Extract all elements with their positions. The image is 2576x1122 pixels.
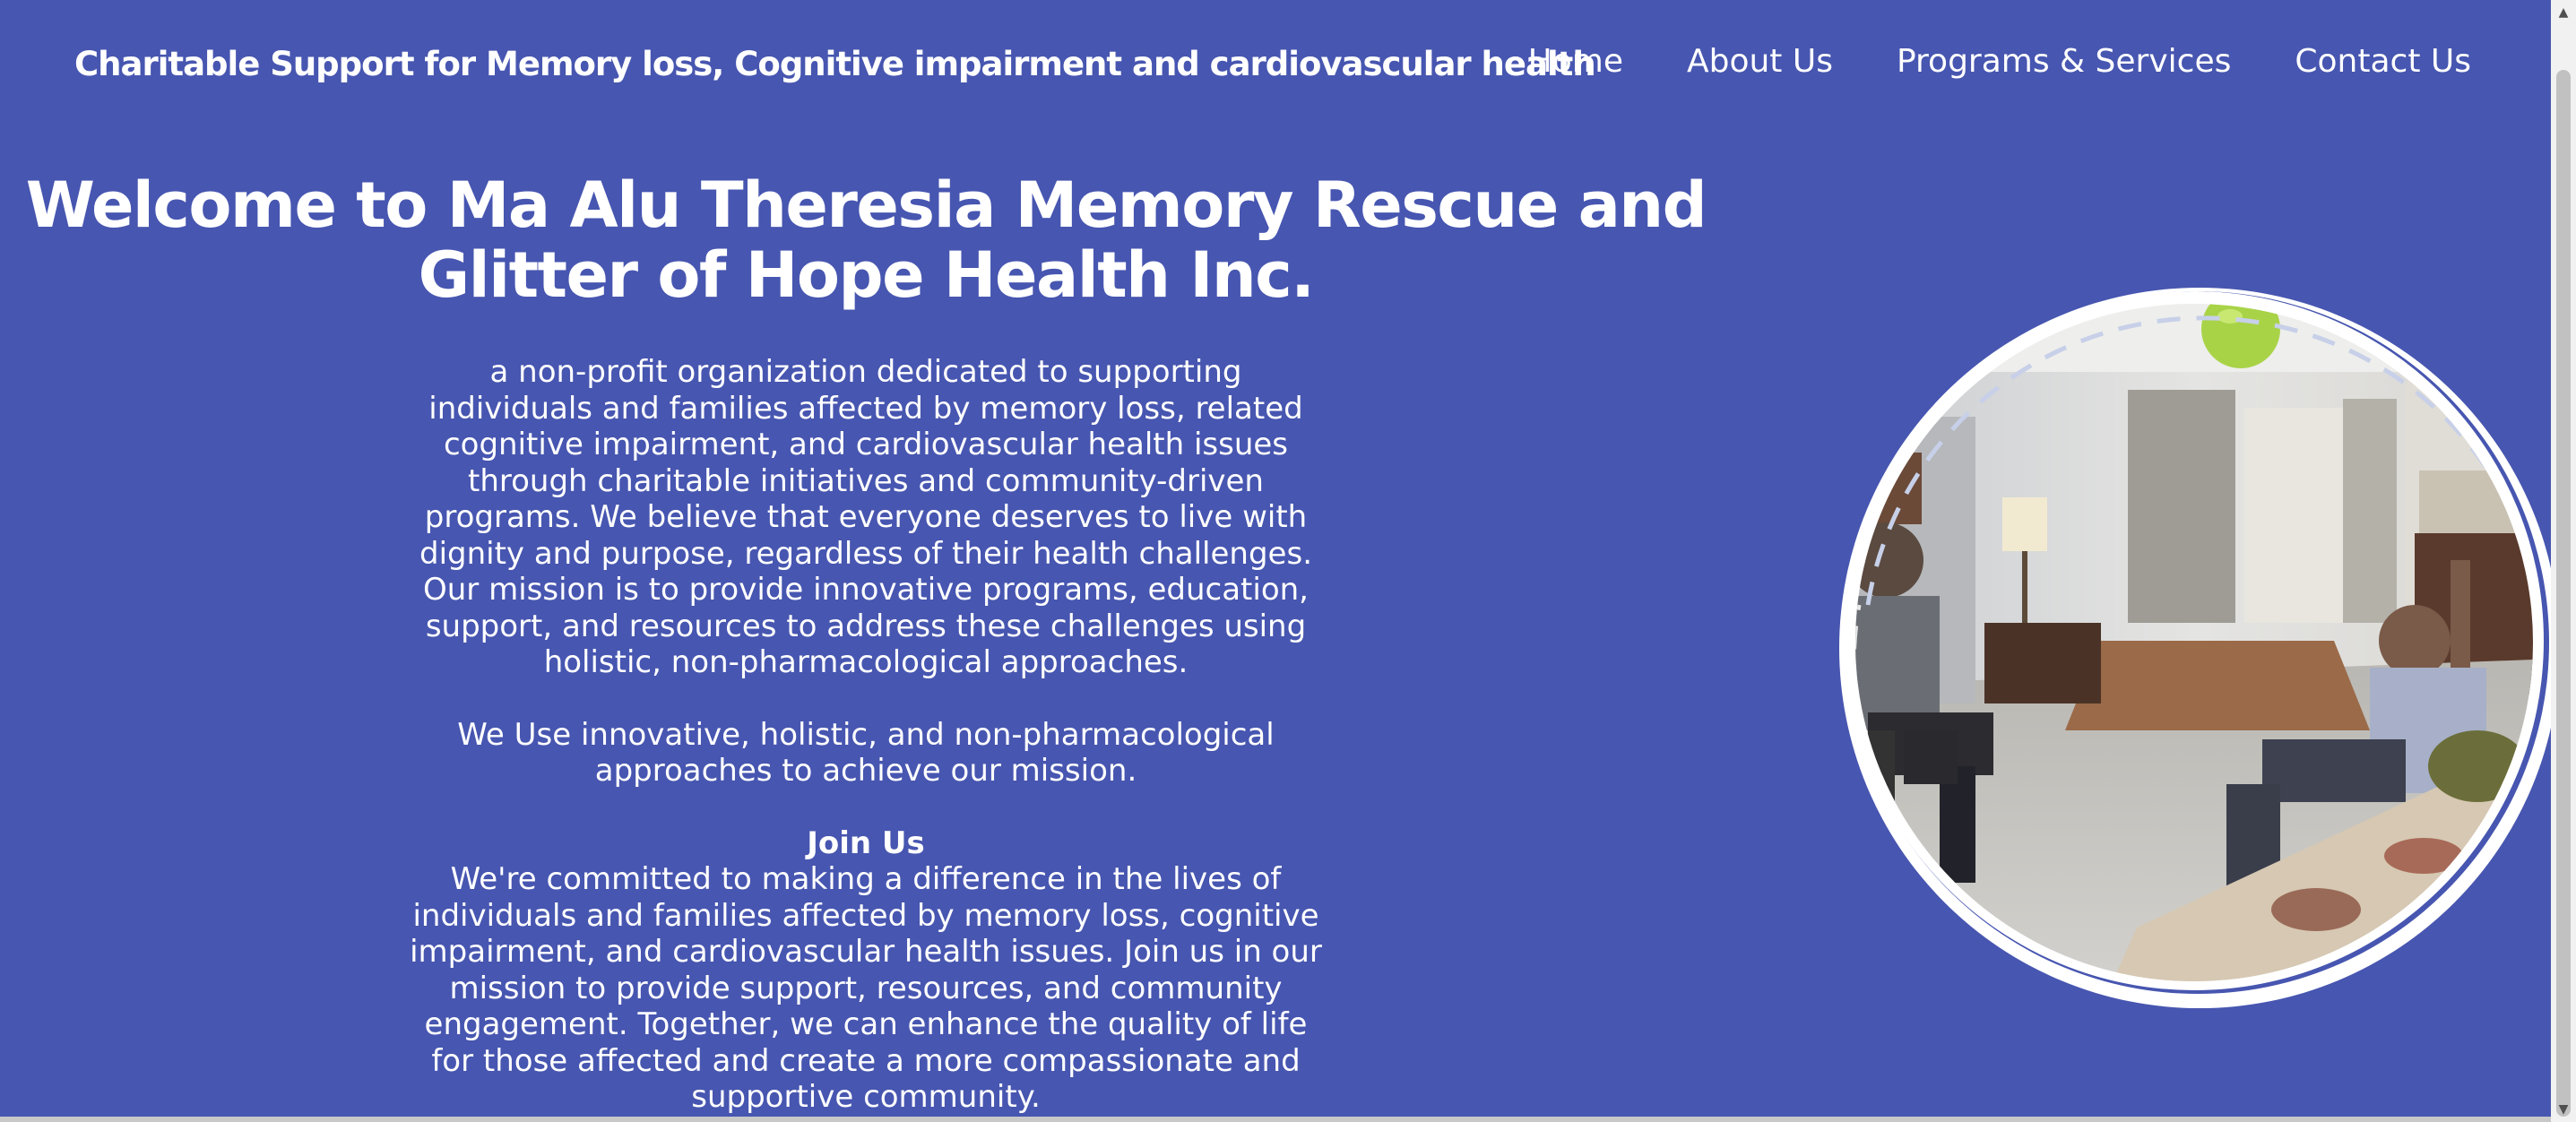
page-title: Welcome to Ma Alu Theresia Memory Rescue…	[25, 168, 1707, 312]
join-us-heading: Join Us	[807, 824, 925, 861]
mission-paragraph: a non-profit organization dedicated to s…	[419, 354, 1312, 680]
site-brand-title[interactable]: Charitable Support for Memory loss, Cogn…	[74, 45, 1596, 83]
main-nav: Home About Us Programs & Services Contac…	[1465, 43, 2471, 80]
join-us-paragraph: We're committed to making a difference i…	[410, 861, 1322, 1115]
top-navigation-bar: Charitable Support for Memory loss, Cogn…	[0, 0, 2551, 131]
circular-photo-frame	[1839, 288, 2560, 1008]
nav-link-programs-services[interactable]: Programs & Services	[1897, 43, 2231, 80]
horizontal-scrollbar[interactable]	[0, 1117, 2551, 1122]
page: Charitable Support for Memory loss, Cogn…	[0, 0, 2576, 1122]
scrollbar-thumb[interactable]	[2556, 70, 2571, 1117]
nav-link-home[interactable]: Home	[1528, 43, 1623, 80]
hero-photo	[1832, 264, 2560, 1008]
vertical-scrollbar[interactable]: ▲ ▼	[2551, 0, 2576, 1122]
nav-link-contact-us[interactable]: Contact Us	[2295, 43, 2471, 80]
scroll-up-arrow-icon[interactable]: ▲	[2551, 0, 2576, 25]
scroll-down-arrow-icon[interactable]: ▼	[2551, 1097, 2576, 1122]
intro-section: a non-profit organization dedicated to s…	[403, 354, 1328, 1116]
nav-link-about-us[interactable]: About Us	[1687, 43, 1833, 80]
approach-paragraph: We Use innovative, holistic, and non-pha…	[457, 716, 1275, 790]
